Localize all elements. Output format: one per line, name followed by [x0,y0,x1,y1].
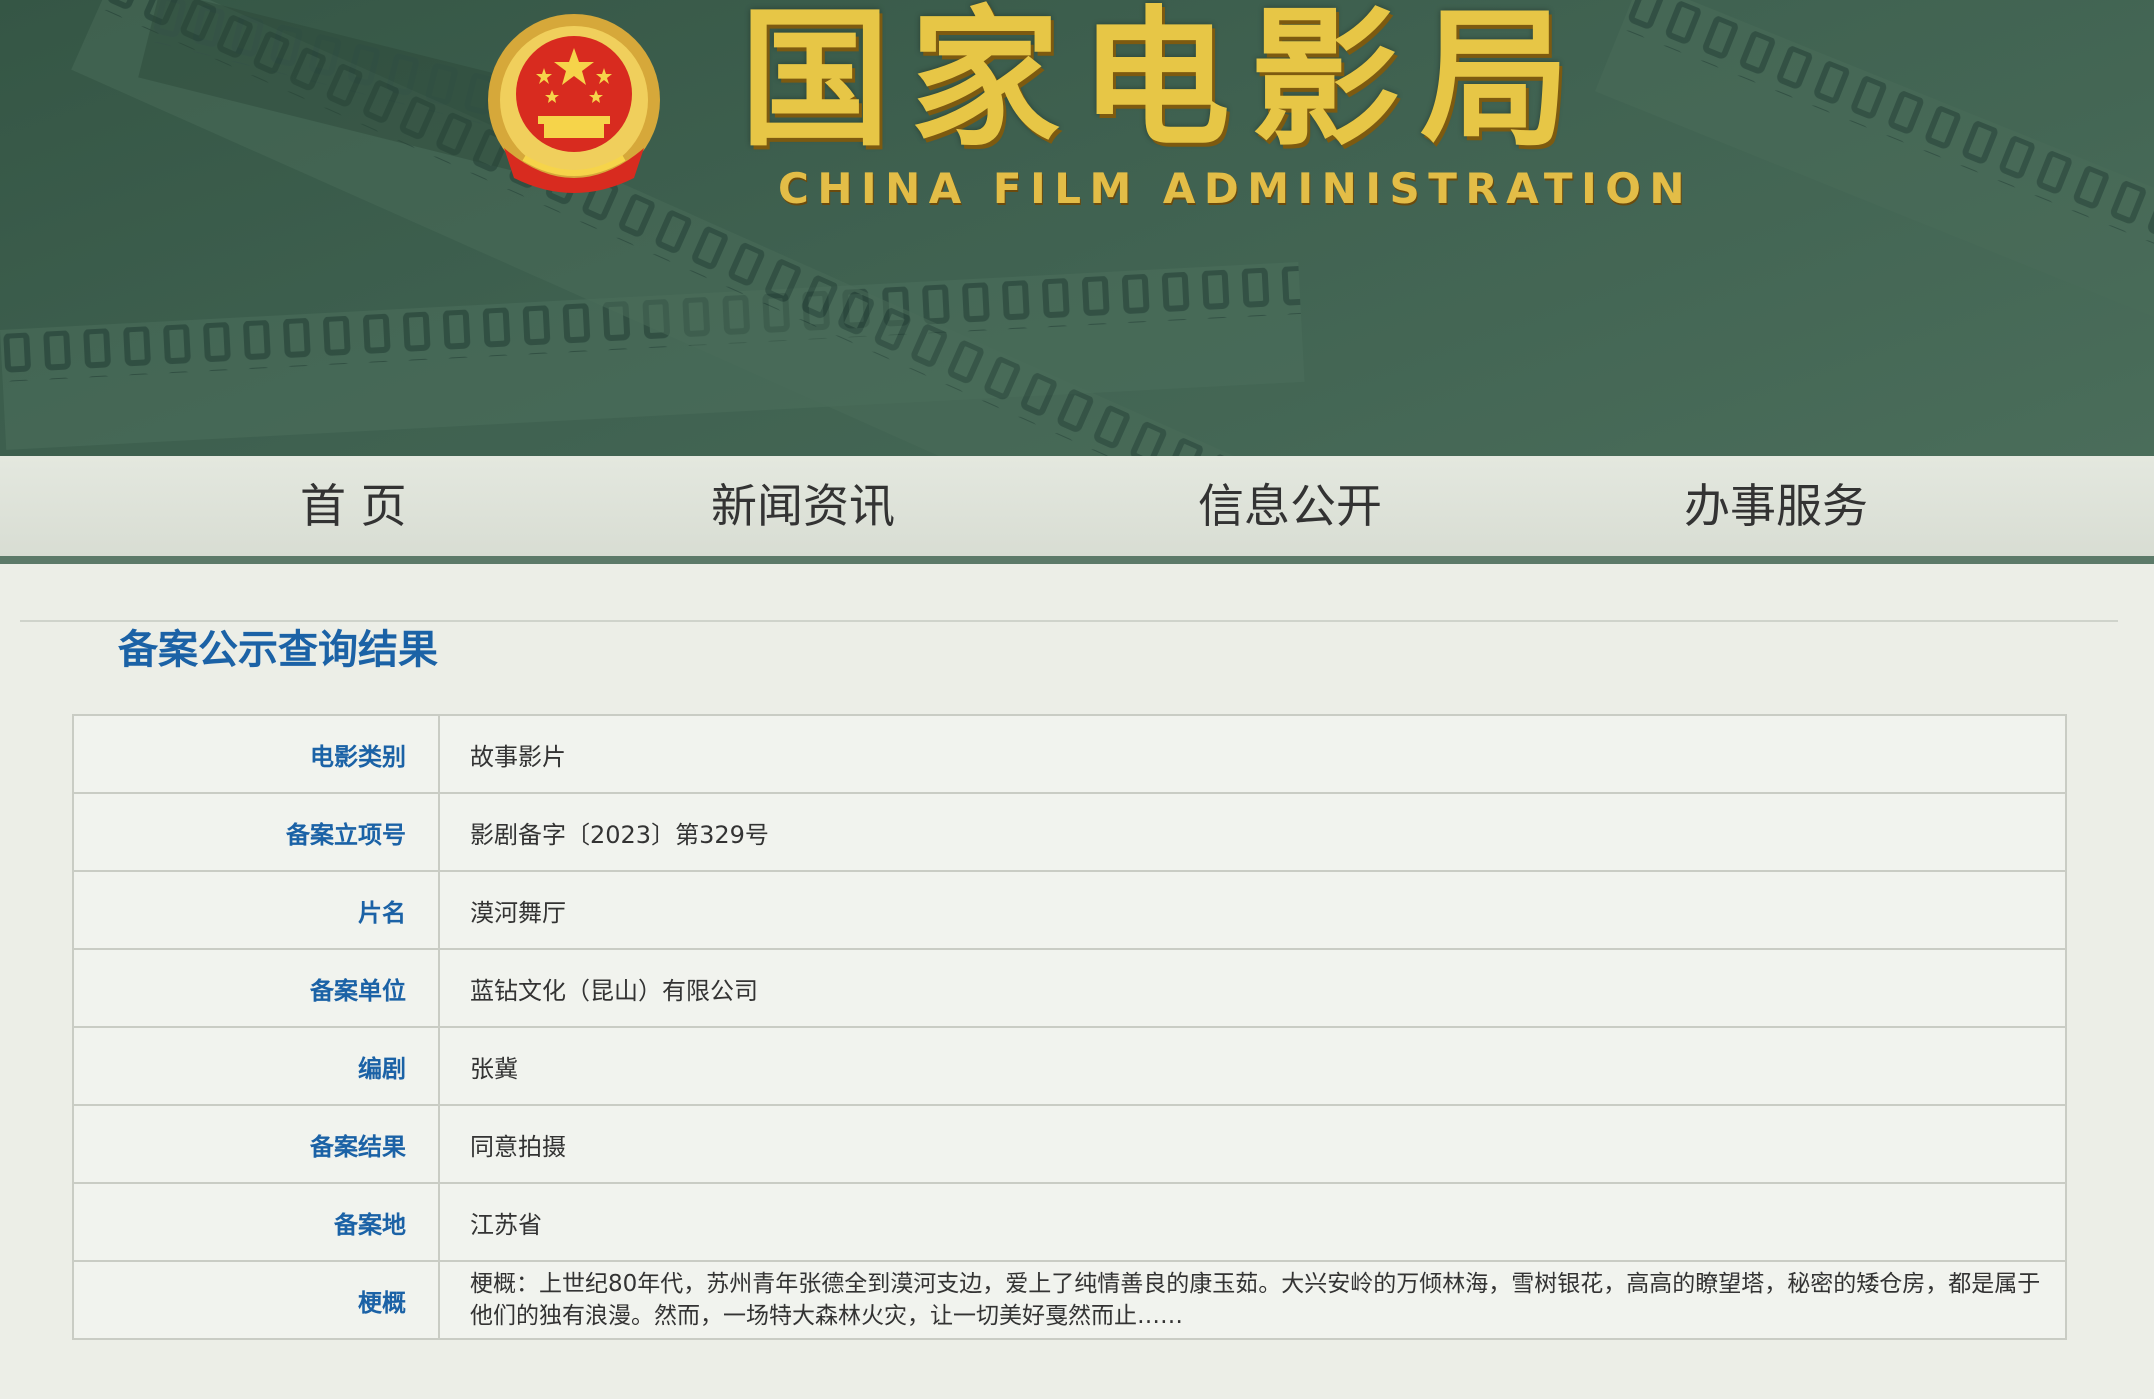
table-row: 电影类别 故事影片 [72,714,2067,794]
row-value-synopsis: 梗概：上世纪80年代，苏州青年张德全到漠河支边，爱上了纯情善良的康玉茹。大兴安岭… [438,1260,2067,1340]
row-label-film-title: 片名 [72,870,440,950]
row-value-filing-location: 江苏省 [438,1182,2067,1262]
row-value-filing-result: 同意拍摄 [438,1104,2067,1184]
site-title-en: CHINA FILM ADMINISTRATION [778,164,1694,213]
row-label-filing-location: 备案地 [72,1182,440,1262]
nav-item-news[interactable]: 新闻资讯 [711,456,895,556]
row-label-filing-number: 备案立项号 [72,792,440,872]
row-value-filing-company: 蓝钻文化（昆山）有限公司 [438,948,2067,1028]
row-label-filing-company: 备案单位 [72,948,440,1028]
row-label-filing-result: 备案结果 [72,1104,440,1184]
site-banner: 国家电影局 CHINA FILM ADMINISTRATION [0,0,2154,456]
table-row: 备案结果 同意拍摄 [72,1104,2067,1184]
table-row: 备案立项号 影剧备字〔2023〕第329号 [72,792,2067,872]
national-emblem-icon [488,14,660,193]
table-row: 备案地 江苏省 [72,1182,2067,1262]
nav-item-home[interactable]: 首 页 [300,456,407,556]
nav-item-services[interactable]: 办事服务 [1684,456,1868,556]
main-nav: 首 页 新闻资讯 信息公开 办事服务 [0,456,2154,556]
record-table: 电影类别 故事影片 备案立项号 影剧备字〔2023〕第329号 片名 漠河舞厅 … [72,714,2067,1340]
row-value-film-title: 漠河舞厅 [438,870,2067,950]
row-value-film-category: 故事影片 [438,714,2067,794]
site-title-cn: 国家电影局 [740,0,1591,167]
row-label-film-category: 电影类别 [72,714,440,794]
nav-underline [0,556,2154,564]
table-row: 编剧 张冀 [72,1026,2067,1106]
row-value-filing-number: 影剧备字〔2023〕第329号 [438,792,2067,872]
table-row: 梗概 梗概：上世纪80年代，苏州青年张德全到漠河支边，爱上了纯情善良的康玉茹。大… [72,1260,2067,1340]
nav-item-info-disclosure[interactable]: 信息公开 [1198,456,1382,556]
row-label-screenwriter: 编剧 [72,1026,440,1106]
row-value-screenwriter: 张冀 [438,1026,2067,1106]
row-label-synopsis: 梗概 [72,1260,440,1340]
page-title: 备案公示查询结果 [118,627,438,673]
table-row: 备案单位 蓝钻文化（昆山）有限公司 [72,948,2067,1028]
table-row: 片名 漠河舞厅 [72,870,2067,950]
